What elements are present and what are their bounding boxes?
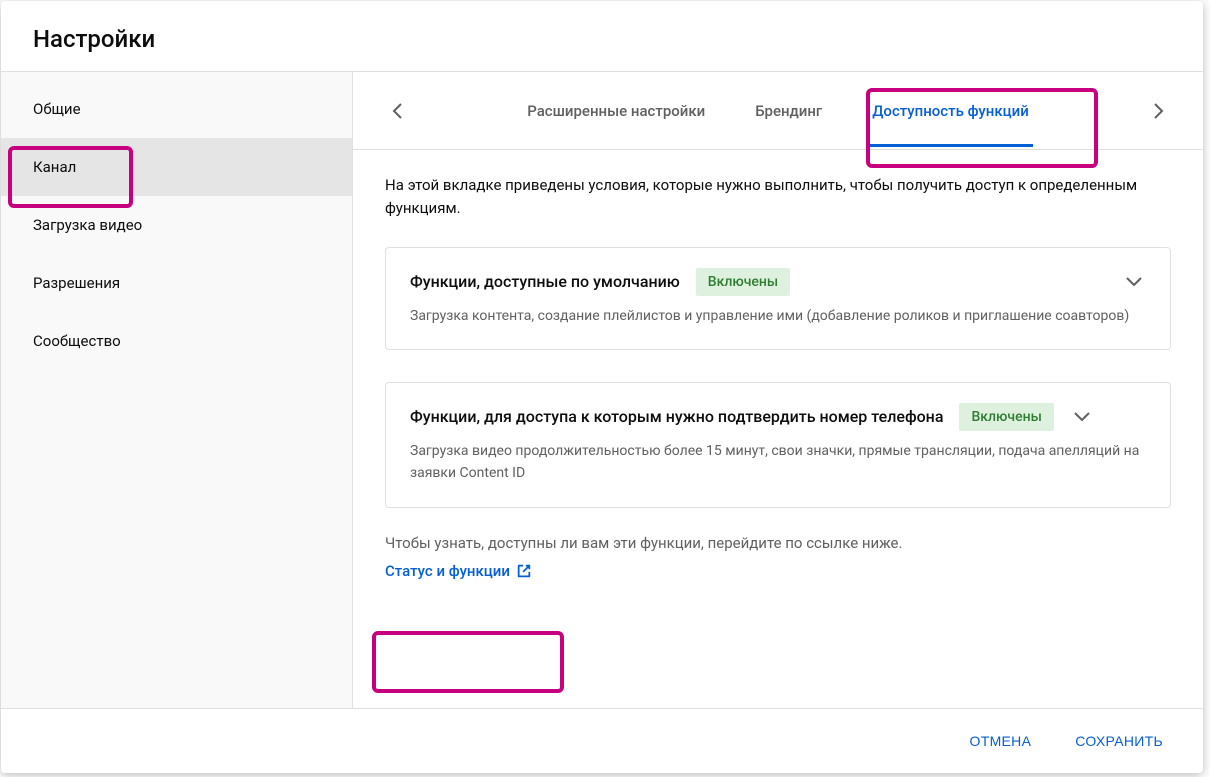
card-description: Загрузка контента, создание плейлистов и… <box>410 306 1146 328</box>
tab-feature-eligibility[interactable]: Доступность функций <box>868 74 1033 147</box>
expand-toggle[interactable] <box>1070 405 1094 429</box>
chevron-right-icon <box>1154 103 1164 119</box>
feature-card-phone-verified: Функции, для доступа к которым нужно под… <box>385 382 1171 507</box>
modal-header: Настройки <box>1 1 1203 72</box>
settings-modal: Настройки Общие Канал Загрузка видео Раз… <box>1 1 1203 773</box>
chevron-left-icon <box>392 103 402 119</box>
intro-text: На этой вкладке приведены условия, котор… <box>385 174 1171 221</box>
tabs-list: Расширенные настройки Брендинг Доступнос… <box>417 74 1139 147</box>
sidebar-item-general[interactable]: Общие <box>1 80 352 138</box>
tabs-row: Расширенные настройки Брендинг Доступнос… <box>353 72 1203 150</box>
card-description: Загрузка видео продолжительностью более … <box>410 441 1146 484</box>
tabs-scroll-left-button[interactable] <box>377 91 417 131</box>
card-title: Функции, доступные по умолчанию <box>410 270 680 294</box>
feature-card-default: Функции, доступные по умолчанию Включены… <box>385 247 1171 351</box>
card-head: Функции, доступные по умолчанию Включены <box>410 268 1146 296</box>
card-title: Функции, для доступа к которым нужно под… <box>410 405 943 429</box>
settings-sidebar: Общие Канал Загрузка видео Разрешения Со… <box>1 72 353 708</box>
modal-body: Общие Канал Загрузка видео Разрешения Со… <box>1 72 1203 708</box>
status-badge-enabled: Включены <box>696 268 790 296</box>
card-head: Функции, для доступа к которым нужно под… <box>410 403 1146 431</box>
chevron-down-icon <box>1074 412 1090 422</box>
modal-title: Настройки <box>33 25 1171 53</box>
expand-toggle[interactable] <box>1122 270 1146 294</box>
link-label: Статус и функции <box>385 562 510 580</box>
sidebar-item-permissions[interactable]: Разрешения <box>1 254 352 312</box>
modal-footer: ОТМЕНА СОХРАНИТЬ <box>1 708 1203 773</box>
tab-branding[interactable]: Брендинг <box>751 74 826 147</box>
sidebar-item-channel[interactable]: Канал <box>1 138 352 196</box>
sidebar-item-community[interactable]: Сообщество <box>1 312 352 370</box>
cancel-button[interactable]: ОТМЕНА <box>954 723 1048 759</box>
tab-advanced-settings[interactable]: Расширенные настройки <box>523 74 709 147</box>
content-area: Расширенные настройки Брендинг Доступнос… <box>353 72 1203 708</box>
footer-help-text: Чтобы узнать, доступны ли вам эти функци… <box>385 534 1171 552</box>
tabs-scroll-right-button[interactable] <box>1139 91 1179 131</box>
chevron-down-icon <box>1126 277 1142 287</box>
content-scroll[interactable]: На этой вкладке приведены условия, котор… <box>353 150 1203 708</box>
status-badge-enabled: Включены <box>959 403 1053 431</box>
sidebar-item-upload[interactable]: Загрузка видео <box>1 196 352 254</box>
save-button[interactable]: СОХРАНИТЬ <box>1059 723 1179 759</box>
external-link-icon <box>516 563 532 579</box>
status-and-features-link[interactable]: Статус и функции <box>385 562 532 580</box>
